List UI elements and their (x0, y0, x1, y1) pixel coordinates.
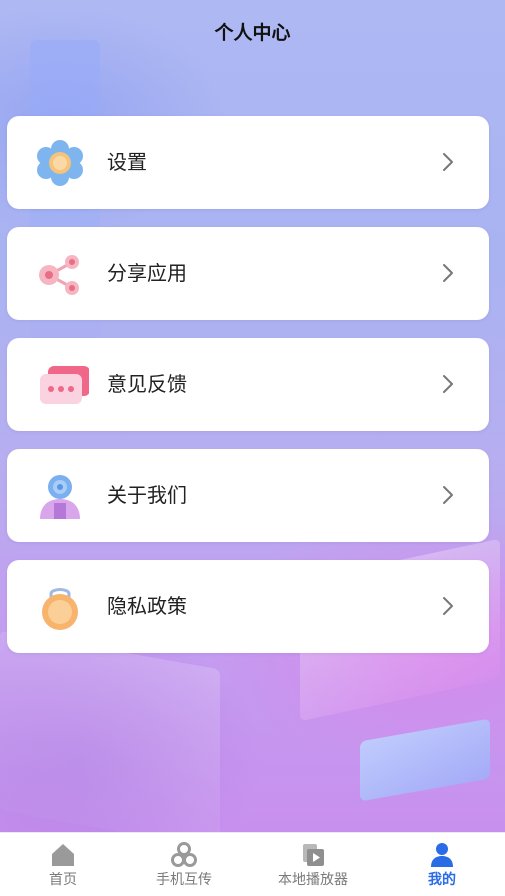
tab-local-player[interactable]: 本地播放器 (250, 833, 376, 896)
menu-item-label: 设置 (107, 150, 147, 174)
chevron-right-icon (443, 264, 453, 282)
menu-list: 设置 分享应用 意见反馈 关于我们 隐私政策 (7, 116, 489, 671)
flower-settings-icon (37, 140, 83, 186)
transfer-icon (171, 842, 197, 867)
page-title: 个人中心 (214, 22, 291, 44)
menu-item-about-us[interactable]: 关于我们 (7, 449, 489, 542)
chevron-right-icon (443, 375, 453, 393)
chevron-right-icon (443, 486, 453, 504)
chevron-right-icon (443, 597, 453, 615)
menu-item-label: 关于我们 (107, 483, 187, 507)
menu-item-label: 隐私政策 (107, 594, 187, 618)
tab-mine[interactable]: 我的 (379, 833, 505, 896)
tab-label: 本地播放器 (278, 872, 348, 888)
menu-item-feedback[interactable]: 意见反馈 (7, 338, 489, 431)
tab-label: 首页 (49, 872, 77, 888)
privacy-lock-icon (42, 588, 78, 630)
menu-item-privacy-policy[interactable]: 隐私政策 (7, 560, 489, 653)
background-decoration (360, 718, 490, 802)
bottom-tab-bar: 首页 手机互传 本地播放器 我的 (0, 832, 505, 895)
feedback-chat-icon (40, 366, 89, 404)
tab-label: 手机互传 (156, 872, 212, 888)
tab-label: 我的 (428, 872, 456, 888)
menu-item-label: 分享应用 (107, 261, 187, 285)
player-icon (303, 844, 324, 866)
menu-item-share-app[interactable]: 分享应用 (7, 227, 489, 320)
share-icon (39, 255, 79, 295)
tab-home[interactable]: 首页 (0, 833, 126, 896)
profile-icon (431, 843, 453, 867)
tab-phone-transfer[interactable]: 手机互传 (121, 833, 247, 896)
menu-item-label: 意见反馈 (107, 372, 187, 396)
home-icon (52, 844, 74, 866)
chevron-right-icon (443, 153, 453, 171)
user-avatar-icon (40, 475, 80, 519)
menu-item-settings[interactable]: 设置 (7, 116, 489, 209)
